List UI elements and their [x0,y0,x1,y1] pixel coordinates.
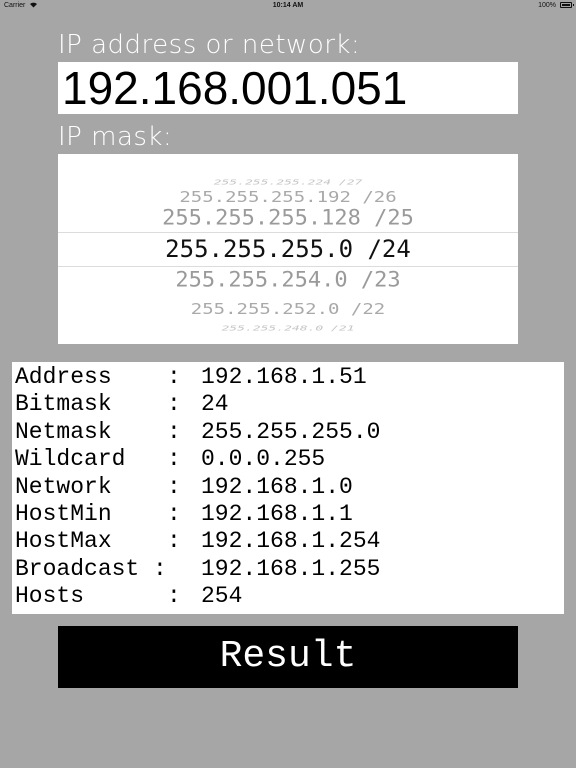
status-time: 10:14 AM [272,2,304,9]
result-row-hosts: Hosts:254 [15,583,242,610]
result-value: 192.168.1.0 [201,473,353,500]
result-key: Wildcard [15,446,126,473]
result-button[interactable]: Result [58,626,518,688]
result-separator: : [167,446,181,473]
result-separator: : [167,583,181,610]
result-value: 192.168.1.1 [201,501,353,527]
battery-percent: 100% [538,2,556,9]
result-key: Network [15,473,112,500]
result-value: 24 [201,391,229,418]
result-row-bitmask: Bitmask:24 [15,391,229,418]
result-value: 255.255.255.0 [201,418,381,445]
ip-address-input[interactable] [58,62,518,114]
picker-option[interactable]: 255.255.255.128 /25 [58,205,518,234]
result-separator: : [167,473,181,500]
result-key: HostMin [15,501,112,527]
result-row-netmask: Netmask:255.255.255.0 [15,418,380,446]
ip-address-label: IP address or network: [58,30,361,60]
result-separator: : [167,418,181,445]
ip-mask-label: IP mask: [58,122,173,152]
result-value: 0.0.0.255 [201,446,326,473]
battery-full-icon [560,2,574,8]
result-key: HostMax [15,528,112,555]
picker-option[interactable]: 255.255.252.0 /22 [58,297,518,321]
result-separator: : [153,555,167,582]
result-key: Netmask [15,418,112,445]
status-bar: Carrier 10:14 AM 100% [0,0,576,12]
result-key: Address [15,364,112,390]
result-separator: : [167,528,181,555]
result-row-network: Network:192.168.1.0 [15,473,353,501]
result-row-wildcard: Wildcard:0.0.0.255 [15,446,325,473]
result-value: 192.168.1.254 [201,528,381,555]
ip-mask-picker[interactable]: 255.255.255.224 /27 255.255.255.192 /26 25… [58,154,518,344]
result-row-hostmax: HostMax:192.168.1.254 [15,528,380,555]
result-separator: : [167,391,181,418]
picker-option[interactable]: 255.255.254.0 /23 [58,267,518,296]
picker-option-selected[interactable]: 255.255.255.0 /24 [58,234,518,264]
result-key: Hosts [15,583,85,610]
result-separator: : [167,501,181,527]
result-row-hostmin: HostMin:192.168.1.1 [15,501,353,528]
result-row-address: Address:192.168.1.51 [15,364,367,391]
result-value: 192.168.1.51 [201,364,367,390]
result-row-broadcast: Broadcast:192.168.1.255 [15,555,380,583]
result-value: 254 [201,583,243,610]
result-value: 192.168.1.255 [201,555,381,582]
result-panel: Address:192.168.1.51 Bitmask:24 Netmask:25… [12,362,564,614]
result-key: Bitmask [15,391,112,418]
result-separator: : [167,364,181,390]
picker-option[interactable]: 255.255.248.0 /21 [58,321,518,338]
